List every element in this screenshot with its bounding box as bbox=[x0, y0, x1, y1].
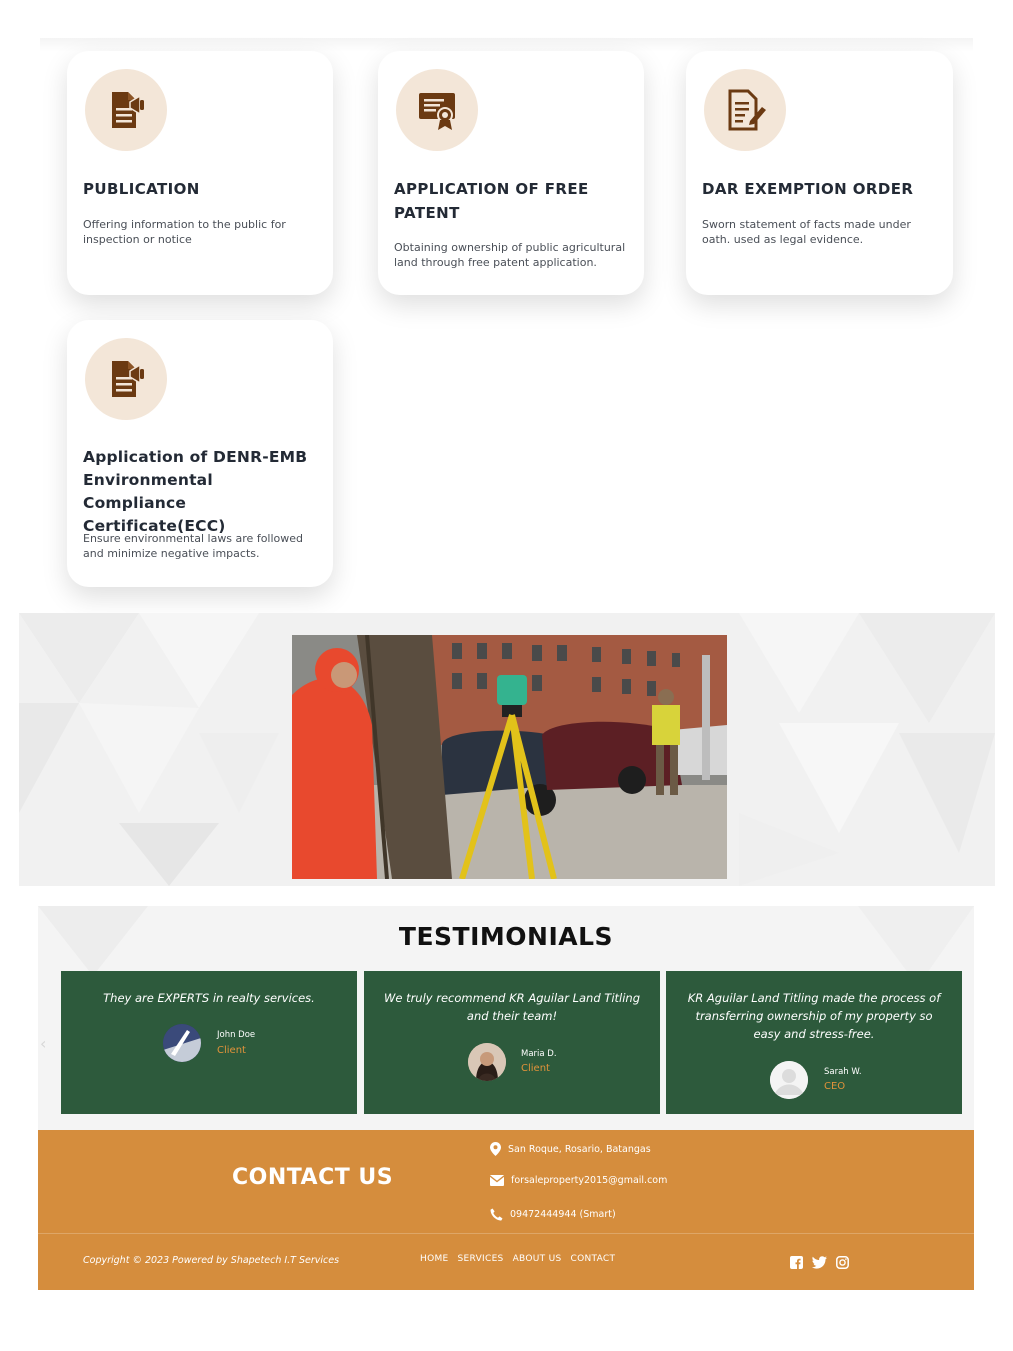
service-title: APPLICATION OF FREE PATENT bbox=[394, 180, 589, 222]
facebook-icon[interactable] bbox=[790, 1256, 803, 1269]
contact-phone[interactable]: 09472444944 (Smart) bbox=[490, 1208, 616, 1221]
testimonial-card: They are EXPERTS in realty services. Joh… bbox=[61, 971, 357, 1114]
contact-footer: CONTACT US San Roque, Rosario, Batangas … bbox=[38, 1130, 974, 1290]
instagram-icon[interactable] bbox=[836, 1256, 849, 1269]
contact-title: CONTACT US bbox=[232, 1165, 394, 1190]
testimonial-quote: We truly recommend KR Aguilar Land Titli… bbox=[383, 991, 641, 1023]
location-pin-icon bbox=[490, 1142, 501, 1156]
service-description: Offering information to the public for i… bbox=[83, 218, 286, 246]
certificate-icon bbox=[396, 69, 478, 151]
surveyor-photo bbox=[292, 635, 727, 879]
service-title: Application of DENR-EMB Environmental Co… bbox=[83, 448, 308, 535]
testimonial-name: Sarah W. bbox=[824, 1067, 862, 1077]
service-description: Obtaining ownership of public agricultur… bbox=[394, 241, 626, 269]
testimonial-name: John Doe bbox=[217, 1030, 256, 1040]
footer-divider bbox=[38, 1233, 974, 1234]
service-description: Ensure environmental laws are followed a… bbox=[83, 532, 304, 560]
testimonial-role: Client bbox=[217, 1045, 246, 1056]
contact-email[interactable]: forsaleproperty2015@gmail.com bbox=[490, 1175, 667, 1186]
document-megaphone-icon bbox=[85, 69, 167, 151]
avatar bbox=[770, 1061, 808, 1099]
phone-text[interactable]: 09472444944 (Smart) bbox=[510, 1209, 616, 1220]
social-links bbox=[790, 1256, 849, 1269]
testimonial-quote: KR Aguilar Land Titling made the process… bbox=[687, 991, 941, 1041]
footer-link-contact[interactable]: CONTACT bbox=[570, 1254, 615, 1264]
testimonial-quote: They are EXPERTS in realty services. bbox=[103, 991, 315, 1005]
envelope-icon bbox=[490, 1175, 504, 1186]
testimonial-card: We truly recommend KR Aguilar Land Titli… bbox=[364, 971, 660, 1114]
document-pen-icon bbox=[704, 69, 786, 151]
service-card-free-patent: APPLICATION OF FREE PATENT Obtaining own… bbox=[378, 51, 644, 295]
copyright-text: Copyright © 2023 Powered by Shapetech I.… bbox=[83, 1255, 340, 1266]
service-card-dar-exemption: DAR EXEMPTION ORDER Sworn statement of f… bbox=[686, 51, 953, 295]
photo-banner bbox=[19, 613, 995, 886]
testimonial-role: CEO bbox=[824, 1081, 846, 1092]
avatar bbox=[468, 1043, 506, 1081]
service-title: PUBLICATION bbox=[83, 180, 200, 198]
testimonial-role: Client bbox=[521, 1063, 550, 1074]
chevron-left-icon[interactable]: ‹ bbox=[40, 1034, 46, 1053]
email-text[interactable]: forsaleproperty2015@gmail.com bbox=[511, 1175, 667, 1186]
document-megaphone-icon bbox=[85, 338, 167, 420]
footer-link-services[interactable]: SERVICES bbox=[458, 1254, 504, 1264]
address-text: San Roque, Rosario, Batangas bbox=[508, 1143, 651, 1155]
testimonials-section: TESTIMONIALS ‹ They are EXPERTS in realt… bbox=[38, 906, 974, 1130]
testimonial-card: KR Aguilar Land Titling made the process… bbox=[666, 971, 962, 1114]
phone-icon bbox=[490, 1208, 503, 1221]
avatar bbox=[163, 1024, 201, 1062]
service-card-publication: PUBLICATION Offering information to the … bbox=[67, 51, 333, 295]
testimonial-name: Maria D. bbox=[521, 1049, 557, 1059]
twitter-icon[interactable] bbox=[812, 1256, 827, 1269]
section-top-shadow bbox=[40, 38, 973, 52]
footer-link-home[interactable]: HOME bbox=[420, 1254, 449, 1264]
footer-nav: HOME SERVICES ABOUT US CONTACT bbox=[420, 1254, 615, 1264]
service-description: Sworn statement of facts made under oath… bbox=[702, 218, 911, 246]
service-card-denr-ecc: Application of DENR-EMB Environmental Co… bbox=[67, 320, 333, 587]
footer-link-about[interactable]: ABOUT US bbox=[513, 1254, 562, 1264]
testimonials-title: TESTIMONIALS bbox=[398, 922, 614, 951]
service-title: DAR EXEMPTION ORDER bbox=[702, 180, 914, 198]
contact-address: San Roque, Rosario, Batangas bbox=[490, 1142, 651, 1156]
